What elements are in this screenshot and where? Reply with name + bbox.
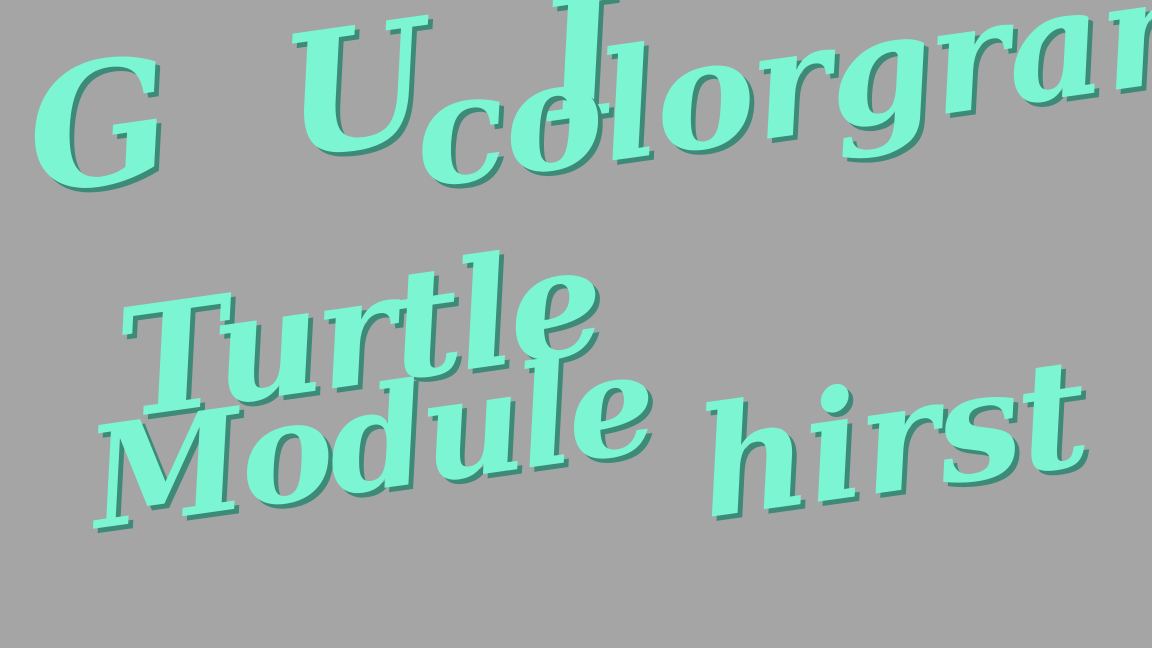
word-hirst: hirst — [687, 324, 1097, 553]
title-canvas: G U I colorgram Turtle Module hirst — [0, 0, 1152, 648]
word-colorgram: colorgram — [402, 0, 1152, 223]
